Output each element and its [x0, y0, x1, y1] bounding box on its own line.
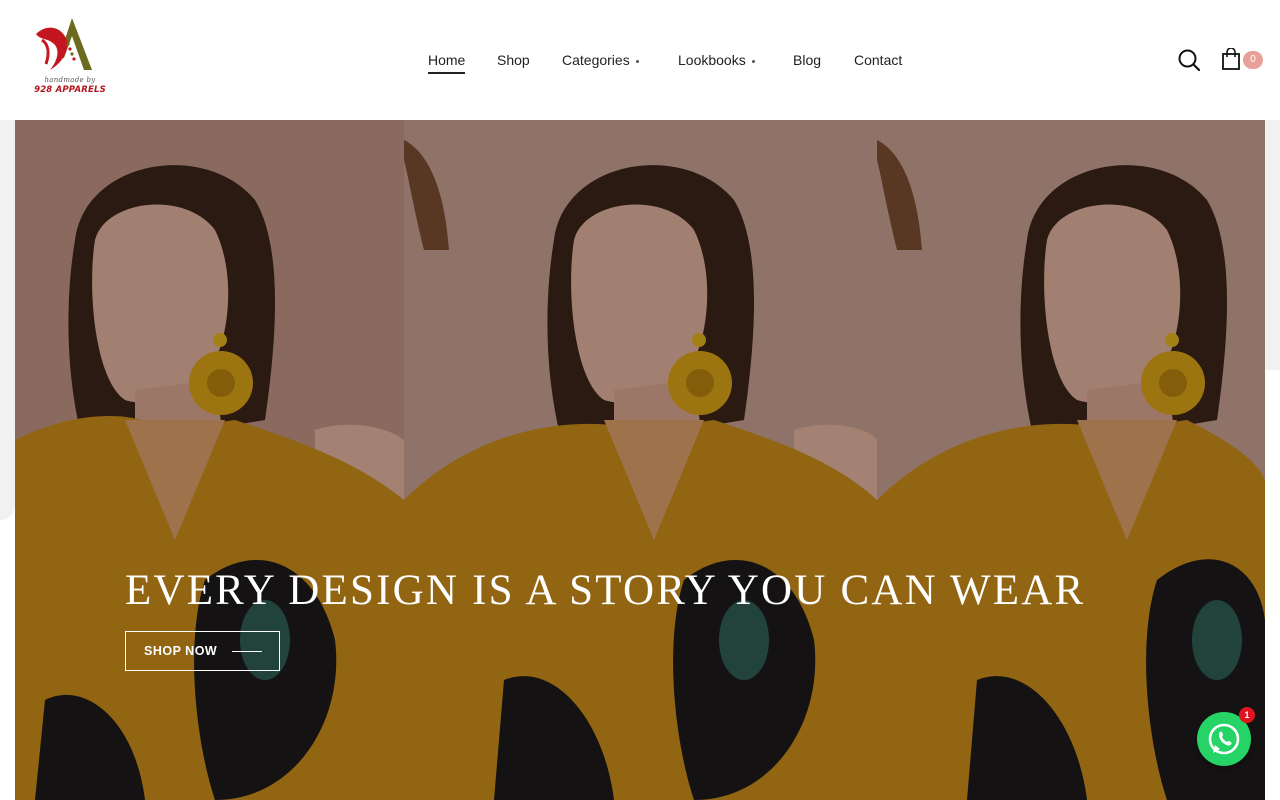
nav-home[interactable]: Home	[428, 51, 466, 74]
shop-now-label: SHOP NOW	[144, 644, 218, 658]
hero-image-panel	[404, 120, 877, 800]
hero-overlay	[15, 120, 404, 800]
shop-now-button[interactable]: SHOP NOW	[125, 631, 280, 671]
dropdown-dot-icon	[751, 59, 755, 63]
hero-overlay	[404, 120, 877, 800]
nav-home-label: Home	[428, 52, 466, 68]
hero-image-panel	[877, 120, 1265, 800]
cart-count-badge: 0	[1243, 51, 1263, 69]
whatsapp-badge: 1	[1239, 707, 1255, 723]
hero-overlay	[877, 120, 1265, 800]
hero-banner: EVERY DESIGN IS A STORY YOU CAN WEAR SHO…	[15, 120, 1265, 800]
nav-categories[interactable]: Categories	[562, 51, 639, 69]
nav-blog-label: Blog	[793, 52, 822, 68]
site-header: handmade by 928 APPARELS Home Shop Categ…	[0, 0, 1280, 120]
search-icon[interactable]	[1177, 48, 1201, 77]
nav-blog[interactable]: Blog	[793, 51, 821, 69]
nav-lookbooks[interactable]: Lookbooks	[678, 51, 755, 69]
shopping-bag-icon[interactable]	[1221, 47, 1241, 76]
main-nav: Home Shop Categories Lookbooks Blog Cont…	[0, 0, 1280, 120]
nav-shop-label: Shop	[497, 52, 530, 68]
nav-contact-label: Contact	[854, 52, 903, 68]
nav-contact[interactable]: Contact	[854, 51, 902, 69]
right-accent	[1265, 120, 1280, 370]
nav-shop[interactable]: Shop	[497, 51, 530, 69]
arrow-line-icon	[232, 651, 262, 652]
hero-image-panel	[15, 120, 404, 800]
dropdown-dot-icon	[635, 59, 639, 63]
nav-lookbooks-label: Lookbooks	[678, 52, 746, 68]
hero-title: EVERY DESIGN IS A STORY YOU CAN WEAR	[125, 567, 1086, 614]
left-accent	[0, 120, 15, 520]
nav-categories-label: Categories	[562, 52, 630, 68]
